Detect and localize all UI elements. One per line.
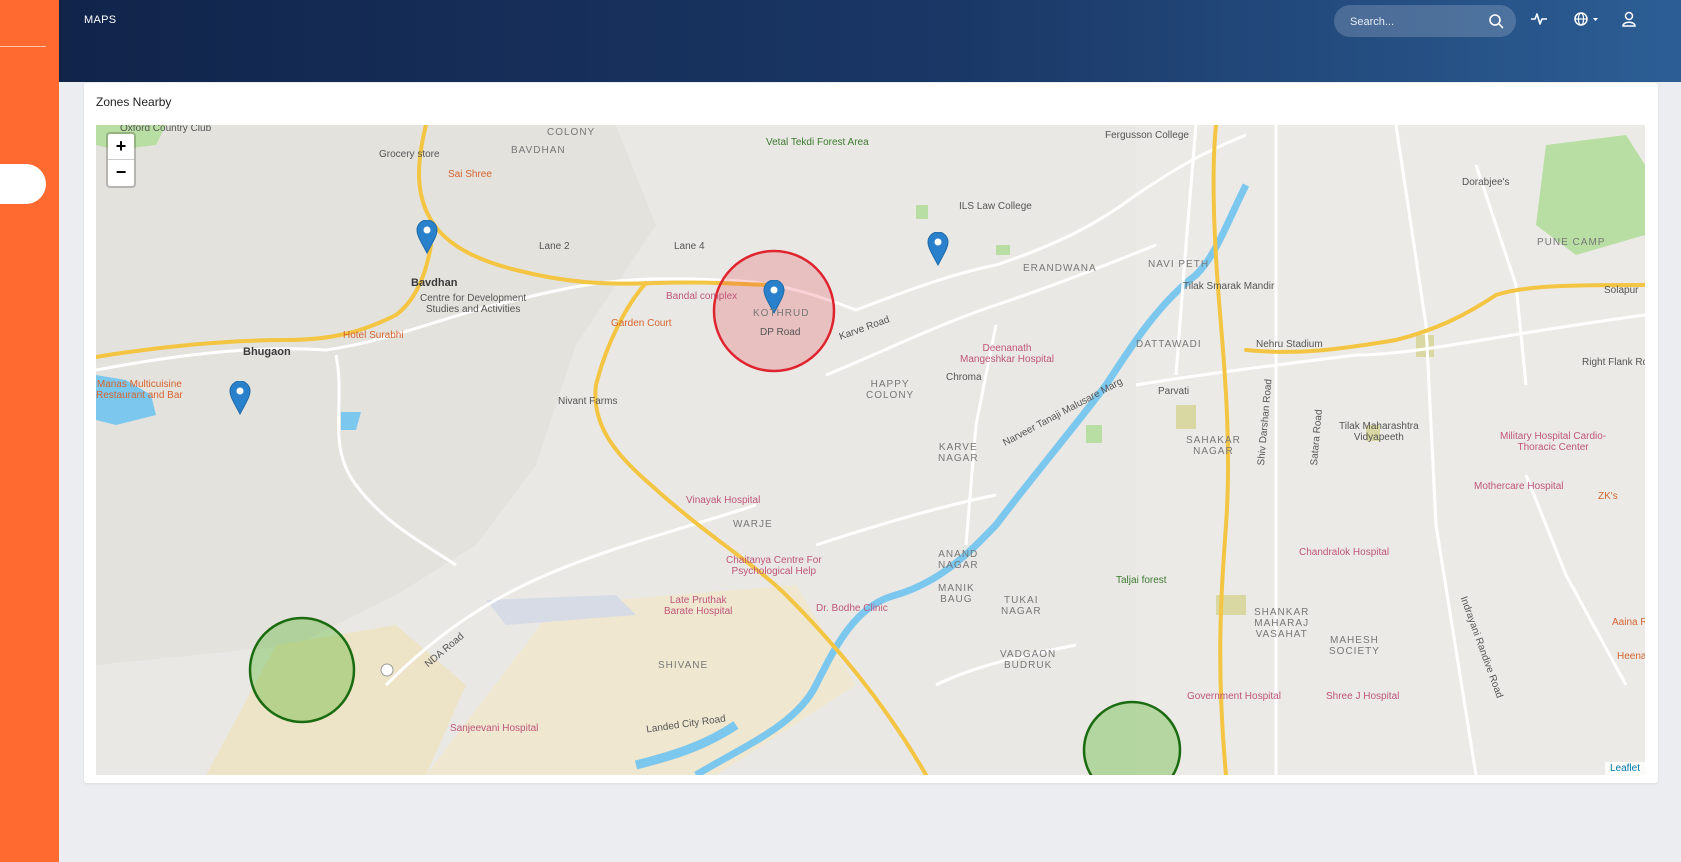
sidebar-active-item[interactable] [0,164,46,204]
map-marker-icon[interactable] [927,232,949,266]
map-label: ANAND NAGAR [938,549,979,571]
search-input[interactable] [1348,12,1482,32]
map-label: Manas Multicuisine Restaurant and Bar [96,379,183,401]
map-tiles [96,125,1645,775]
search-box[interactable] [1334,5,1516,37]
map-label: Shree J Hospital [1326,691,1400,702]
zoom-in-button[interactable]: + [108,134,134,160]
sidebar-divider [0,46,46,47]
map-label: Tilak Maharashtra Vidyapeeth [1339,421,1419,443]
map-label: Vetal Tekdi Forest Area [766,137,869,148]
map-label: Right Flank Road [1582,357,1645,368]
map-label: Aaina Restaura [1612,617,1645,628]
map-label: Parvati [1158,386,1190,397]
map-label: Nehru Stadium [1256,339,1323,350]
map-label: Garden Court [611,318,672,329]
map-label: Military Hospital Cardio- Thoracic Cente… [1500,431,1607,453]
map-label: Hotel Surabhi [343,330,404,341]
map-view[interactable]: Oxford Country Club COLONY Vetal Tekdi F… [96,125,1645,775]
map-label: WARJE [733,519,773,530]
map-label: ILS Law College [959,201,1032,212]
top-navbar: MAPS [59,0,1681,82]
activity-icon[interactable] [1530,10,1548,28]
map-attribution-link[interactable]: Leaflet [1604,762,1645,775]
map-label: NAVI PETH [1148,259,1210,270]
map-label: Mothercare Hospital [1474,481,1564,492]
map-label: Tilak Smarak Mandir [1183,281,1275,292]
map-label: Dr. Bodhe Clinic [816,603,888,614]
map-label: ZK's [1598,491,1618,502]
map-label: Nivant Farms [558,396,618,407]
map-label: Lane 4 [674,241,705,252]
map-label: COLONY [547,127,596,138]
map-label: Vinayak Hospital [686,495,761,506]
map-label: Heenaz Hotel [1617,651,1645,662]
map-label: Late Pruthak Barate Hospital [664,595,733,617]
map-label: Lane 2 [539,241,570,252]
zones-card: Zones Nearby Oxford Country Club COLONY … [84,83,1658,783]
map-label: BAVDHAN [511,145,566,156]
user-profile-icon[interactable] [1620,10,1638,28]
map-label: SHANKAR MAHARAJ VASAHAT [1254,607,1310,640]
map-label: TUKAI NAGAR [1001,595,1042,617]
map-label: VADGAON BUDRUK [1000,649,1057,671]
map-label: Taljai forest [1116,575,1167,586]
map-label: HAPPY COLONY [866,379,915,401]
map-label: PUNE CAMP [1537,237,1606,248]
map-label: DP Road [760,327,801,338]
map-label: SHIVANE [658,660,709,671]
map-label: Chaitanya Centre For Psychological Help [726,555,822,577]
map-label: Government Hospital [1187,691,1281,702]
card-title: Zones Nearby [96,95,172,109]
page-title: MAPS [84,14,117,26]
map-label: Solapur [1604,285,1639,296]
map-label: KOTHRUD [753,308,810,319]
map-label: Chroma [946,372,982,383]
map-label: Sai Shree [448,169,492,180]
zoom-out-button[interactable]: − [108,160,134,185]
map-label: Sanjeevani Hospital [450,723,539,734]
map-label: Bavdhan [411,277,458,289]
map-label: Chandralok Hospital [1299,547,1390,558]
map-label: DATTAWADI [1136,339,1202,350]
map-label: Bandal complex [666,291,738,302]
zoom-control: + − [106,132,136,188]
map-label: Grocery store [379,149,440,160]
map-label: MANIK BAUG [938,583,975,605]
language-globe-icon[interactable] [1573,10,1601,28]
map-marker-icon[interactable] [229,381,251,415]
sidebar [0,0,59,862]
map-label: Deenanath Mangeshkar Hospital [960,343,1054,365]
search-icon[interactable] [1488,13,1504,29]
map-label: ERANDWANA [1023,263,1097,274]
map-label: KARVE NAGAR [938,442,979,464]
map-label: Bhugaon [243,346,291,358]
map-label: Dorabjee's [1462,177,1510,188]
map-label: Fergusson College [1105,130,1189,141]
map-label: Centre for Development Studies and Activ… [420,293,527,315]
map-marker-icon[interactable] [416,220,438,254]
map-label: SAHAKAR NAGAR [1186,435,1241,457]
map-label: MAHESH SOCIETY [1329,635,1380,657]
